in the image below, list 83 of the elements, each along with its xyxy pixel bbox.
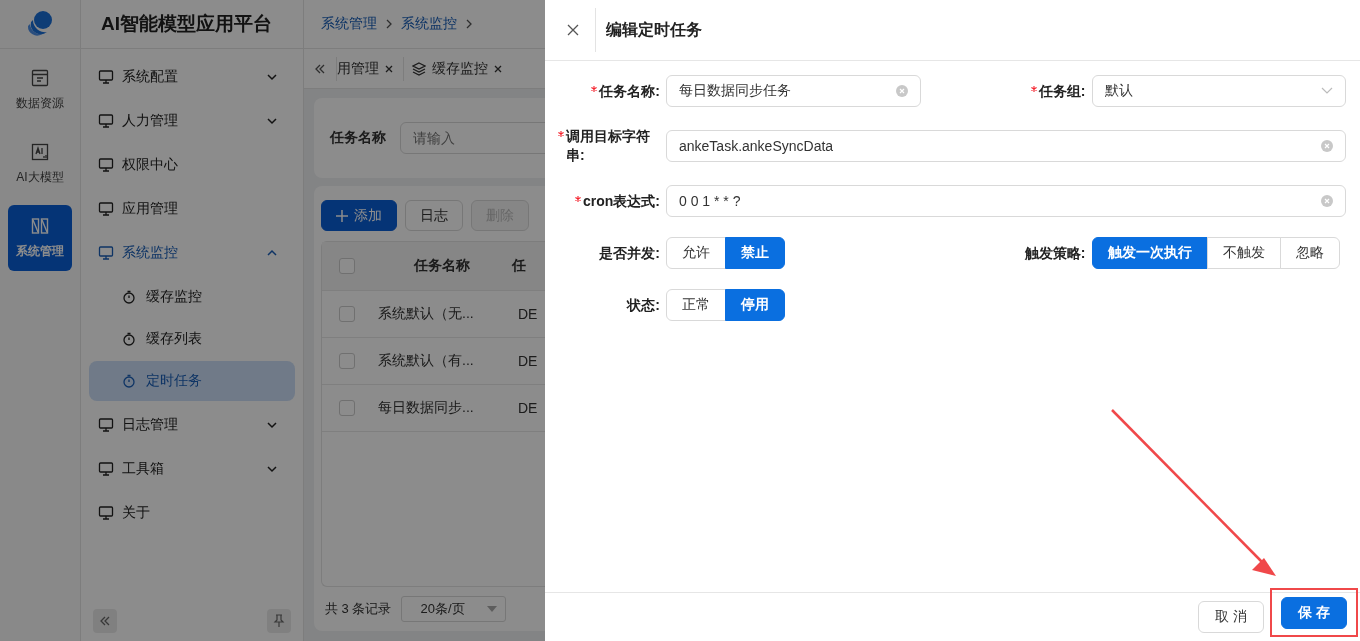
save-button[interactable]: 保 存: [1281, 597, 1347, 629]
menu-item[interactable]: 系统配置: [89, 55, 295, 99]
radio-option[interactable]: 不触发: [1206, 237, 1281, 269]
layers-icon: [412, 61, 426, 76]
pin-icon: [273, 614, 285, 628]
field-label: 任务名称:: [599, 81, 660, 101]
column-header: 任务名称: [412, 257, 471, 275]
clear-icon[interactable]: [1321, 140, 1333, 152]
pin-button[interactable]: [267, 609, 291, 633]
clear-icon[interactable]: [1321, 195, 1333, 207]
close-icon[interactable]: [494, 64, 502, 73]
menu-item[interactable]: 人力管理: [89, 99, 295, 143]
double-chevron-left-icon: [99, 615, 111, 627]
page-size-select[interactable]: 20条/页: [401, 596, 507, 622]
logo-icon: [25, 10, 55, 38]
menu-item[interactable]: 关于: [89, 491, 295, 535]
required-icon: [1030, 85, 1037, 92]
required-icon: [591, 85, 598, 92]
checkbox[interactable]: [339, 306, 355, 322]
select-field[interactable]: 默认: [1091, 75, 1346, 107]
caret-down-icon: [487, 606, 498, 612]
tab[interactable]: 缓存监控: [403, 56, 512, 81]
checkbox[interactable]: [339, 258, 355, 274]
radio-option[interactable]: 禁止: [725, 237, 785, 269]
required-icon: [558, 131, 564, 137]
app-title: AI智能模型应用平台: [81, 0, 303, 49]
rail-item[interactable]: AI大模型: [8, 131, 72, 197]
menu-item[interactable]: 应用管理: [89, 187, 295, 231]
menu-item[interactable]: 系统监控: [89, 231, 295, 275]
table-cell: DE: [518, 400, 538, 416]
table-cell-text: 系统默认（有...: [377, 352, 475, 370]
required-icon: [575, 195, 581, 202]
field-label: 触发策略:: [1024, 243, 1086, 263]
drawer-title: 编辑定时任务: [595, 8, 702, 52]
close-icon[interactable]: [567, 24, 579, 36]
text-field[interactable]: ankeTask.ankeSyncData: [666, 130, 1346, 162]
checkbox[interactable]: [339, 400, 355, 416]
table-cell: DE: [518, 306, 538, 322]
table-cell-text: 每日数据同步...: [377, 399, 475, 417]
chevron-right-icon: [465, 19, 473, 29]
menu-item[interactable]: 权限中心: [89, 143, 295, 187]
rail-item[interactable]: 数据资源: [8, 57, 72, 123]
radio-option[interactable]: 忽略: [1279, 237, 1340, 269]
breadcrumb-link[interactable]: 系统监控: [401, 15, 457, 33]
menu-item[interactable]: 缓存监控: [89, 277, 295, 317]
menu-item[interactable]: 日志管理: [89, 403, 295, 447]
table-cell: DE: [518, 353, 538, 369]
rail-item[interactable]: 系统管理: [8, 205, 72, 271]
text-field[interactable]: 每日数据同步任务: [666, 75, 921, 107]
table-cell-text: 系统默认（无...: [377, 305, 475, 323]
clear-icon[interactable]: [895, 85, 908, 97]
radio-option[interactable]: 允许: [666, 237, 726, 269]
radio-option[interactable]: 停用: [725, 289, 785, 321]
cancel-button[interactable]: 取 消: [1198, 601, 1265, 633]
plus-icon: [336, 209, 348, 222]
toolbar-button[interactable]: 添加: [321, 200, 397, 231]
field-label: cron表达式:: [583, 191, 660, 211]
field-label: 是否并发:: [599, 243, 660, 263]
tab[interactable]: 用管理: [336, 56, 403, 81]
breadcrumb-link[interactable]: 系统管理: [321, 15, 377, 33]
field-label: 任务组:: [1038, 81, 1086, 101]
search-field[interactable]: 请输入: [400, 122, 546, 154]
chip-icon: [31, 142, 49, 161]
chevron-right-icon: [385, 19, 393, 29]
record-count: 共 3 条记录: [325, 600, 392, 618]
text-field[interactable]: 0 0 1 * * ?: [666, 185, 1346, 217]
book-icon: [31, 216, 49, 235]
field-label: 调用目标字符串:: [566, 127, 651, 165]
menu-item[interactable]: 缓存列表: [89, 319, 295, 359]
table-icon: [31, 68, 49, 87]
menu-item[interactable]: 工具箱: [89, 447, 295, 491]
collapse-button[interactable]: [93, 609, 117, 633]
menu-item[interactable]: 定时任务: [89, 361, 295, 401]
field-label: 状态:: [627, 295, 660, 315]
toolbar-button[interactable]: 日志: [405, 200, 463, 231]
close-icon[interactable]: [385, 64, 393, 73]
column-header: 任: [512, 257, 526, 275]
double-chevron-left-icon[interactable]: [314, 62, 326, 75]
search-label: 任务名称: [330, 129, 386, 147]
radio-option[interactable]: 触发一次执行: [1091, 237, 1208, 269]
radio-option[interactable]: 正常: [666, 289, 726, 321]
chevron-down-icon: [1321, 87, 1333, 95]
checkbox[interactable]: [339, 353, 355, 369]
